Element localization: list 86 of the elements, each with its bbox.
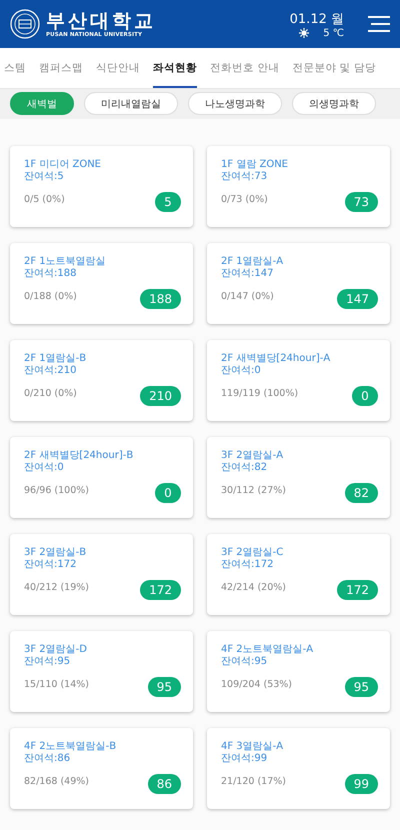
room-name: 2F 새벽별당[24hour]-A xyxy=(221,353,332,365)
temperature-text: 5 ℃ xyxy=(323,28,344,38)
filter-chip[interactable]: 새벽벌 xyxy=(10,92,74,115)
usage-text: 0/73 (0%) xyxy=(221,194,268,205)
seat-count-badge: 99 xyxy=(344,774,378,794)
remaining-seats: 잔여석:99 xyxy=(221,753,378,765)
seat-count-badge: 172 xyxy=(337,580,378,600)
filter-chip[interactable]: 나노생명과학 xyxy=(188,92,282,115)
room-name: 3F 2열람실-C xyxy=(221,547,284,559)
room-card[interactable]: 4F 2노트북열람실-B 잔여석:86 82/168 (49%) 86 xyxy=(10,728,193,809)
university-name: 부산대학교 xyxy=(46,10,157,32)
room-name: 2F 1열람실-A xyxy=(221,256,284,268)
room-card[interactable]: 4F 3열람실-A 잔여석:99 21/120 (17%) 99 xyxy=(207,728,390,809)
nav-tab[interactable]: 식단안내 xyxy=(96,48,140,88)
nav-tab[interactable]: 전문분야 및 담당 xyxy=(292,48,376,88)
room-card[interactable]: 3F 2열람실-A 잔여석:82 30/112 (27%) 82 xyxy=(207,437,390,518)
remaining-seats: 잔여석:0 xyxy=(221,365,378,377)
remaining-seats: 잔여석:210 xyxy=(24,365,181,377)
room-name: 3F 2열람실-A xyxy=(221,450,284,462)
usage-text: 0/147 (0%) xyxy=(221,291,274,302)
seat-count-badge: 95 xyxy=(148,677,181,697)
remaining-seats: 잔여석:172 xyxy=(221,559,378,571)
seat-count-badge: 82 xyxy=(344,483,378,503)
usage-text: 82/168 (49%) xyxy=(24,776,89,787)
room-card[interactable]: 3F 2열람실-C 잔여석:172 42/214 (20%) 172 xyxy=(207,534,390,615)
seat-count-badge: 86 xyxy=(148,774,181,794)
filter-chip[interactable]: 미리내열람실 xyxy=(84,92,178,115)
room-name: 3F 2열람실-D xyxy=(24,644,88,656)
room-name: 4F 3열람실-A xyxy=(221,741,284,753)
remaining-seats: 잔여석:5 xyxy=(24,171,181,183)
seat-count-badge: 210 xyxy=(140,386,181,406)
room-name: 4F 2노트북열람실-A xyxy=(221,644,314,656)
remaining-seats: 잔여석:86 xyxy=(24,753,181,765)
seat-count-badge: 5 xyxy=(155,192,181,212)
remaining-seats: 잔여석:82 xyxy=(221,462,378,474)
nav-tab[interactable]: 캠퍼스맵 xyxy=(39,48,83,88)
room-name: 2F 1열람실-B xyxy=(24,353,88,365)
seat-count-badge: 0 xyxy=(352,386,378,406)
usage-text: 30/112 (27%) xyxy=(221,485,286,496)
room-card[interactable]: 1F 열람 ZONE 잔여석:73 0/73 (0%) 73 xyxy=(207,146,390,227)
usage-text: 109/204 (53%) xyxy=(221,679,292,690)
room-name: 2F 1노트북열람실 xyxy=(24,256,107,268)
seat-count-badge: 188 xyxy=(140,289,181,309)
usage-text: 0/5 (0%) xyxy=(24,194,65,205)
nav-tab[interactable]: 좌석현황 xyxy=(153,48,197,88)
room-card[interactable]: 3F 2열람실-B 잔여석:172 40/212 (19%) 172 xyxy=(10,534,193,615)
usage-text: 96/96 (100%) xyxy=(24,485,89,496)
room-card[interactable]: 1F 미디어 ZONE 잔여석:5 0/5 (0%) 5 xyxy=(10,146,193,227)
seat-count-badge: 147 xyxy=(337,289,378,309)
seat-count-badge: 0 xyxy=(155,483,181,503)
room-card[interactable]: 4F 2노트북열람실-A 잔여석:95 109/204 (53%) 95 xyxy=(207,631,390,712)
usage-text: 15/110 (14%) xyxy=(24,679,89,690)
room-card[interactable]: 2F 새벽별당[24hour]-B 잔여석:0 96/96 (100%) 0 xyxy=(10,437,193,518)
usage-text: 42/214 (20%) xyxy=(221,582,286,593)
room-name: 2F 새벽별당[24hour]-B xyxy=(24,450,134,462)
remaining-seats: 잔여석:147 xyxy=(221,268,378,280)
menu-icon[interactable] xyxy=(368,15,390,33)
seat-count-badge: 95 xyxy=(344,677,378,697)
remaining-seats: 잔여석:73 xyxy=(221,171,378,183)
room-name: 1F 미디어 ZONE xyxy=(24,159,102,171)
nav-tab[interactable]: 스템 xyxy=(4,48,26,88)
room-card[interactable]: 2F 1열람실-A 잔여석:147 0/147 (0%) 147 xyxy=(207,243,390,324)
room-card[interactable]: 3F 2열람실-D 잔여석:95 15/110 (14%) 95 xyxy=(10,631,193,712)
emblem-icon xyxy=(10,9,40,39)
room-card[interactable]: 2F 1열람실-B 잔여석:210 0/210 (0%) 210 xyxy=(10,340,193,421)
seat-count-badge: 172 xyxy=(140,580,181,600)
nav-tab[interactable]: 전화번호 안내 xyxy=(210,48,280,88)
remaining-seats: 잔여석:0 xyxy=(24,462,181,474)
filter-chip[interactable]: 의생명과학 xyxy=(292,92,376,115)
usage-text: 0/188 (0%) xyxy=(24,291,77,302)
sun-icon xyxy=(299,28,310,38)
date-text: 01.12 월 xyxy=(290,10,344,28)
seat-count-badge: 73 xyxy=(344,192,378,212)
usage-text: 119/119 (100%) xyxy=(221,388,298,399)
room-card[interactable]: 2F 1노트북열람실 잔여석:188 0/188 (0%) 188 xyxy=(10,243,193,324)
usage-text: 40/212 (19%) xyxy=(24,582,89,593)
remaining-seats: 잔여석:95 xyxy=(221,656,378,668)
remaining-seats: 잔여석:172 xyxy=(24,559,181,571)
usage-text: 0/210 (0%) xyxy=(24,388,77,399)
room-name: 3F 2열람실-B xyxy=(24,547,88,559)
remaining-seats: 잔여석:188 xyxy=(24,268,181,280)
usage-text: 21/120 (17%) xyxy=(221,776,286,787)
room-name: 1F 열람 ZONE xyxy=(221,159,289,171)
room-card[interactable]: 2F 새벽별당[24hour]-A 잔여석:0 119/119 (100%) 0 xyxy=(207,340,390,421)
room-name: 4F 2노트북열람실-B xyxy=(24,741,118,753)
remaining-seats: 잔여석:95 xyxy=(24,656,181,668)
